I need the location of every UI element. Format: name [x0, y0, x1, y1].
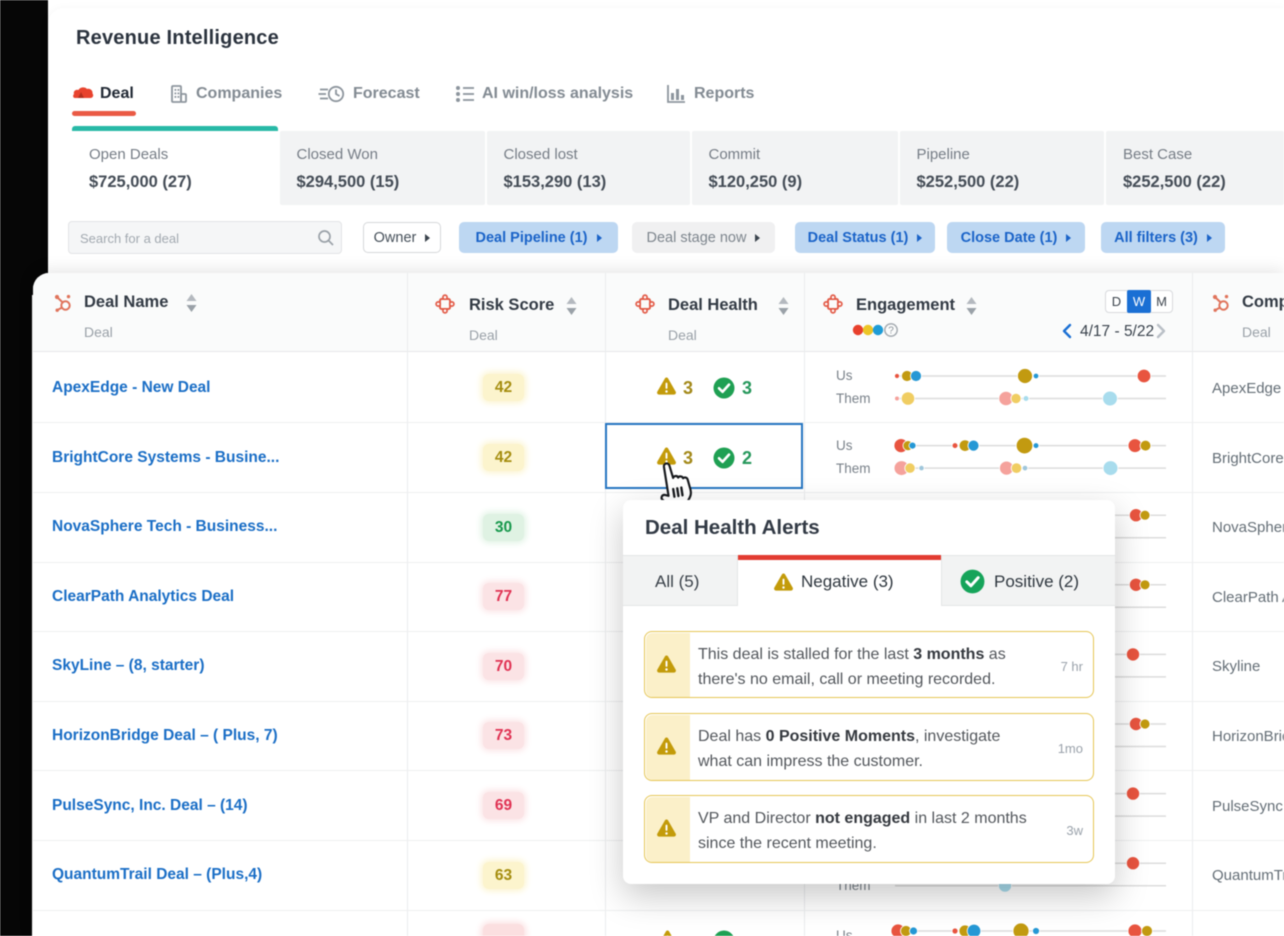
svg-text:?: ? [888, 325, 894, 336]
